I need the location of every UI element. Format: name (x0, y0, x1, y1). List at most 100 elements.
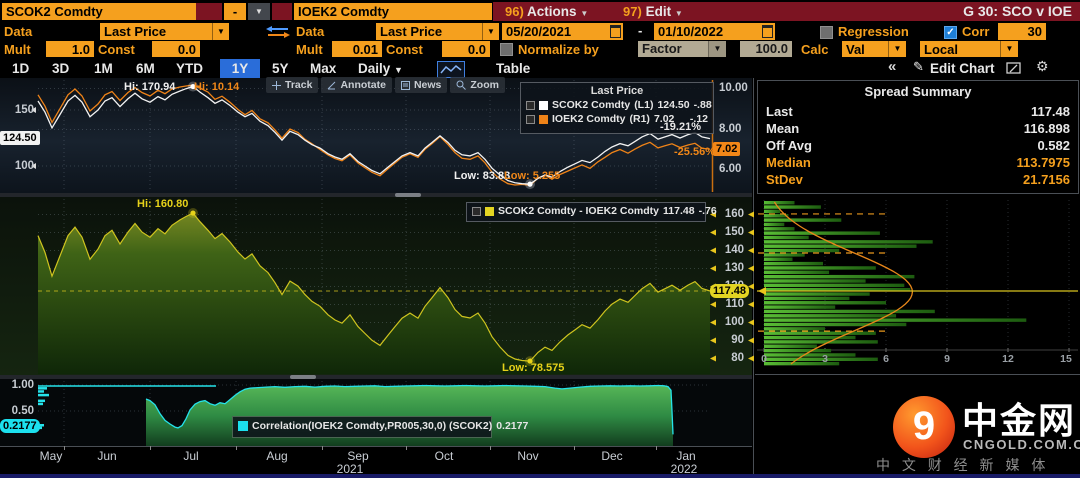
annotate-button[interactable]: Annotate (321, 77, 392, 93)
data-type-select-1[interactable]: Last Price (100, 23, 212, 40)
line-chart-icon (438, 62, 464, 77)
const-input-2[interactable]: 0.0 (442, 41, 490, 57)
legend-title: Last Price (521, 83, 713, 98)
x-axis-tick-mark (406, 446, 407, 450)
swap-securities-icon[interactable] (264, 25, 292, 39)
track-button[interactable]: Track (266, 77, 318, 93)
splitter-handle[interactable] (290, 375, 316, 379)
calendar-icon[interactable] (607, 23, 623, 40)
security-input-1[interactable]: SCOK2 Comdty (2, 3, 196, 20)
normalize-checkbox[interactable] (500, 43, 513, 56)
calc-select[interactable]: Val (842, 41, 890, 57)
operator-dropdown[interactable]: ▼ (248, 3, 270, 20)
last-price-badge-right: 7.02 (713, 142, 740, 156)
regression-label: Regression (838, 23, 909, 40)
tab-1y-selected[interactable]: 1Y (220, 59, 260, 78)
edit-chart-button[interactable]: Edit Chart (930, 59, 995, 78)
mult-input-2[interactable]: 0.01 (332, 41, 382, 57)
tab-1d[interactable]: 1D (12, 59, 29, 78)
x-axis-month-label: Jun (97, 449, 116, 463)
edit-menu[interactable]: 97) Edit ▼ (623, 3, 683, 20)
corr-label: Corr (962, 23, 989, 40)
summary-row: Off Avg0.582 (766, 138, 1070, 153)
normalize-label: Normalize by (518, 41, 599, 58)
tab-3d[interactable]: 3D (52, 59, 69, 78)
legend-checkbox[interactable] (472, 207, 481, 216)
data-type-select-2[interactable]: Last Price (376, 23, 482, 40)
tab-ytd[interactable]: YTD (176, 59, 203, 78)
series-last: 124.50 (657, 99, 689, 111)
tab-max[interactable]: Max (310, 59, 336, 78)
pct-change-orange: -25.56% (674, 146, 715, 158)
x-axis-tick: 12 (1002, 353, 1014, 365)
tab-table[interactable]: Table (496, 59, 530, 78)
tab-6m[interactable]: 6M (136, 59, 155, 78)
calendar-icon[interactable] (759, 23, 775, 40)
series-name: IOEK2 Comdty (552, 113, 626, 125)
gear-icon[interactable]: ⚙ (1036, 58, 1049, 75)
const-input-1[interactable]: 0.0 (152, 41, 200, 57)
summary-row: StDev21.7156 (766, 172, 1070, 187)
factor-dropdown[interactable]: ▼ (708, 41, 726, 57)
chart-settings-icon[interactable] (1006, 61, 1022, 75)
date-from-input[interactable]: 05/20/2021 (502, 23, 608, 40)
currency-select[interactable]: Local (920, 41, 1004, 57)
pencil-icon[interactable]: ✎ (913, 59, 924, 75)
spread-summary-panel: Spread Summary Last117.48 Mean116.898 Of… (757, 80, 1079, 194)
regression-checkbox[interactable] (820, 26, 833, 39)
summary-title: Spread Summary (758, 84, 1078, 99)
annotate-icon (327, 81, 336, 90)
x-axis: MayJunJulAugSepOctNovDecJan20212022 (0, 446, 752, 474)
splitter-handle[interactable] (395, 193, 421, 197)
operator-button[interactable]: - (224, 3, 246, 20)
x-axis-month-label: Nov (517, 449, 538, 463)
y-axis-tick: 100 (716, 316, 744, 328)
x-axis-tick-mark (490, 446, 491, 450)
line-chart-type-button[interactable] (437, 61, 465, 78)
spread-chart-panel[interactable] (0, 197, 752, 375)
hi-annotation-spread: Hi: 160.80 (137, 198, 188, 210)
currency-dropdown[interactable]: ▼ (1000, 41, 1018, 57)
x-axis-tick-mark (574, 446, 575, 450)
legend-checkbox[interactable] (526, 115, 535, 124)
corr-days-input[interactable]: 30 (998, 23, 1046, 40)
panel-splitter (0, 193, 752, 197)
legend-row: SCOK2 Comdty (L1) 124.50 -.88 (521, 98, 713, 112)
y-axis-tick: 8.00 (719, 123, 741, 135)
zoom-button[interactable]: Zoom (450, 77, 505, 93)
tab-1m[interactable]: 1M (94, 59, 113, 78)
calc-label: Calc (801, 41, 828, 58)
correlation-legend: Correlation(IOEK2 Comdty,PR005,30,0) (SC… (232, 416, 492, 438)
news-button[interactable]: News (395, 77, 447, 93)
decoration-block (196, 3, 222, 20)
magnifier-icon (456, 80, 466, 90)
legend-checkbox[interactable] (526, 101, 535, 110)
actions-menu[interactable]: 96) Actions ▼ (505, 3, 588, 20)
y-axis-tick: 100 (8, 160, 34, 172)
x-axis-tick: 6 (883, 353, 889, 365)
y-axis-tick: 80 (716, 352, 744, 364)
x-axis-month-label: Aug (266, 449, 287, 463)
collapse-button[interactable]: « (888, 58, 896, 75)
low-annotation-white: Low: 83.83 (454, 170, 510, 182)
factor-select[interactable]: Factor (638, 41, 708, 57)
x-axis-month-label: May (40, 449, 63, 463)
series-axis: (R1) (630, 113, 650, 125)
mult-input-1[interactable]: 1.0 (46, 41, 94, 57)
date-separator: - (638, 23, 642, 38)
data-type-dropdown-2[interactable]: ▼ (482, 23, 499, 40)
window-title: G 30: SCO v IOE (963, 3, 1072, 19)
actions-number: 96) (505, 4, 524, 19)
chevron-down-icon: ▼ (1006, 44, 1014, 53)
summary-value: 117.48 (1031, 104, 1070, 119)
series-change: -.88 (694, 99, 712, 111)
factor-value-input[interactable]: 100.0 (740, 41, 792, 57)
data-type-dropdown-1[interactable]: ▼ (212, 23, 229, 40)
corr-checkbox[interactable]: ✓ (944, 26, 957, 39)
series-change: -.76 (699, 205, 717, 217)
calc-dropdown[interactable]: ▼ (888, 41, 906, 57)
tab-5y[interactable]: 5Y (272, 59, 289, 78)
y-axis-tick: 150 (716, 226, 744, 238)
date-to-input[interactable]: 01/10/2022 (654, 23, 760, 40)
security-input-2[interactable]: IOEK2 Comdty (294, 3, 492, 20)
